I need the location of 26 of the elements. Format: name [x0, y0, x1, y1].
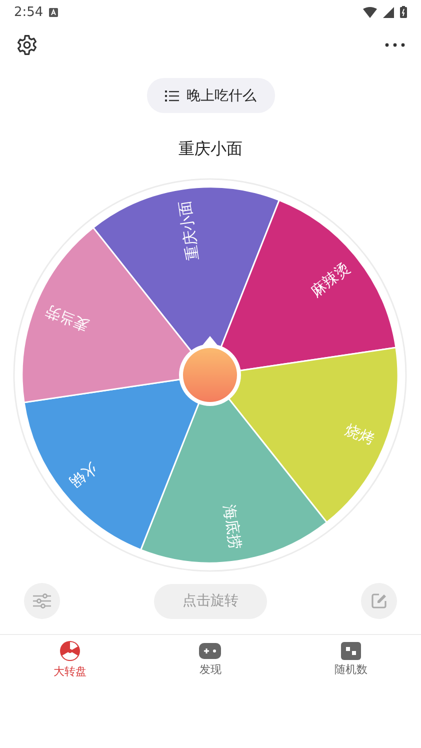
status-time: 2:54 [14, 4, 44, 20]
edit-icon [371, 593, 387, 609]
list-chip[interactable]: 晚上吃什么 [146, 78, 274, 113]
segment-label: 海底捞 [220, 503, 245, 550]
segment-label: 烧烤 [342, 420, 377, 448]
tab[interactable]: 发现 [140, 635, 281, 683]
gamepad-icon [199, 642, 222, 660]
signal-icon [383, 6, 394, 18]
battery-icon [400, 6, 407, 18]
dice-icon [340, 642, 361, 660]
settings-sliders-button[interactable] [24, 583, 60, 619]
result-text: 重庆小面 [178, 139, 244, 159]
notification-icon [49, 8, 58, 16]
settings-icon[interactable] [16, 34, 38, 56]
segment-label: 重庆小面 [175, 200, 202, 262]
wifi-icon [363, 6, 377, 18]
segment-label: 麦当劳 [43, 302, 92, 336]
more-icon[interactable] [385, 43, 405, 47]
tab[interactable]: 大转盘 [0, 635, 140, 683]
spin-pointer[interactable] [179, 336, 241, 406]
segment-label: 火锅 [66, 458, 102, 492]
segment-label: 麻辣烫 [307, 258, 354, 301]
wheel-icon [59, 640, 82, 662]
sliders-icon [33, 593, 51, 609]
list-icon [164, 90, 178, 102]
tab[interactable]: 随机数 [280, 635, 421, 683]
